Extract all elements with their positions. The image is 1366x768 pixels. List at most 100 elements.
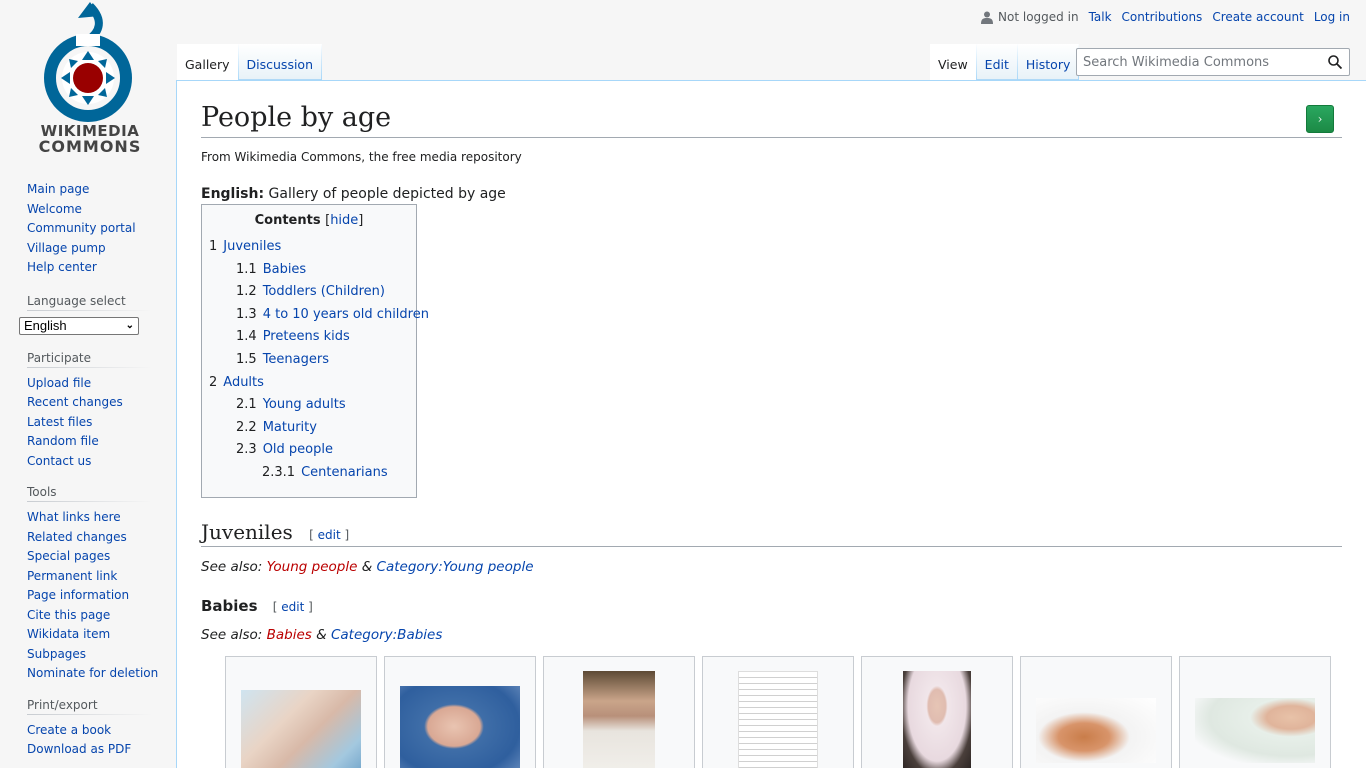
tools-heading: Tools: [27, 485, 151, 502]
see-also-category-link[interactable]: Category:Young people: [377, 559, 534, 575]
sidebar-item-contact-us[interactable]: Contact us: [27, 454, 91, 468]
toc-item-link[interactable]: Maturity: [263, 420, 317, 435]
sidebar-item-recent-changes[interactable]: Recent changes: [27, 395, 123, 409]
language-select[interactable]: English ⌄: [19, 316, 139, 335]
toc-item[interactable]: 1.4 Preteens kids: [209, 326, 409, 349]
site-logo[interactable]: WIKIMEDIA COMMONS: [20, 2, 160, 162]
sidebar-item-nominate-for-deletion[interactable]: Nominate for deletion: [27, 666, 158, 680]
sidebar-item-cite-this-page[interactable]: Cite this page: [27, 608, 110, 622]
sidebar-item-welcome[interactable]: Welcome: [27, 202, 82, 216]
gallery-thumbnail[interactable]: [1036, 697, 1156, 763]
gallery-item[interactable]: [1179, 655, 1331, 768]
sidebar-item-main-page[interactable]: Main page: [27, 182, 89, 196]
search-input[interactable]: Search Wikimedia Commons: [1076, 48, 1350, 76]
toc-item[interactable]: 1.3 4 to 10 years old children: [209, 304, 429, 327]
gallery-thumbnail[interactable]: [241, 689, 361, 768]
sidebar-item-upload-file[interactable]: Upload file: [27, 376, 91, 390]
toc-item-number: 2.1: [236, 397, 257, 413]
tab-view[interactable]: View: [930, 44, 977, 80]
toc-item[interactable]: 1 Juveniles: [209, 236, 409, 259]
chevron-right-icon: ›: [1317, 112, 1323, 126]
tab-discussion[interactable]: Discussion: [238, 44, 323, 80]
toc-item[interactable]: 2.1 Young adults: [209, 394, 409, 417]
toc-item-number: 1.5: [236, 351, 257, 367]
tab-edit[interactable]: Edit: [976, 44, 1018, 80]
gallery-thumbnail[interactable]: [903, 670, 971, 768]
toc-title-text: Contents: [254, 213, 321, 228]
talk-link[interactable]: Talk: [1089, 10, 1112, 24]
sidebar-item-random-file[interactable]: Random file: [27, 434, 99, 448]
sidebar-item-subpages[interactable]: Subpages: [27, 647, 86, 661]
toc-item-number: 1.1: [236, 261, 257, 277]
gallery-thumbnail[interactable]: [583, 670, 655, 768]
toc-item-link[interactable]: Teenagers: [263, 352, 329, 367]
toc-item-number: 2.2: [236, 419, 257, 435]
toc-item-link[interactable]: Young adults: [263, 397, 346, 412]
edit-section-link[interactable]: edit: [318, 528, 341, 542]
sidebar-item-what-links-here[interactable]: What links here: [27, 510, 121, 524]
tab-gallery[interactable]: Gallery: [177, 44, 239, 80]
gallery-thumbnail[interactable]: [1195, 697, 1315, 763]
toc-hide-link[interactable]: hide: [330, 213, 358, 228]
see-also-category-link[interactable]: Category:Babies: [331, 627, 442, 643]
section-heading-text: Babies: [201, 596, 258, 615]
gallery-item[interactable]: [543, 655, 695, 768]
toc-item-link[interactable]: Babies: [263, 262, 307, 277]
tab-history[interactable]: History: [1017, 44, 1080, 80]
toc-item[interactable]: 2.3 Old people: [209, 439, 409, 462]
go-button[interactable]: ›: [1306, 105, 1334, 133]
toc-item-link[interactable]: Old people: [263, 442, 333, 457]
page-title: People by age ›: [201, 101, 1342, 138]
edit-section: [ edit ]: [309, 527, 350, 542]
see-also-separator: &: [357, 558, 377, 575]
toc-item[interactable]: 1.5 Teenagers: [209, 349, 409, 372]
gallery-thumbnail[interactable]: [738, 670, 818, 768]
toc-item[interactable]: 2.3.1 Centenarians: [209, 462, 409, 485]
toc-item[interactable]: 1.2 Toddlers (Children): [209, 281, 409, 304]
sidebar: Main page Welcome Community portal Villa…: [0, 180, 176, 768]
create-account-link[interactable]: Create account: [1212, 10, 1304, 24]
language-description: English: Gallery of people depicted by a…: [201, 186, 1342, 202]
gallery-thumbnail[interactable]: [400, 685, 520, 768]
user-icon: [981, 11, 994, 24]
toc-item-number: 2.3: [236, 442, 257, 458]
toc-item-link[interactable]: Toddlers (Children): [263, 284, 385, 299]
gallery-item[interactable]: [702, 655, 854, 768]
search-button[interactable]: [1321, 49, 1349, 75]
sidebar-item-latest-files[interactable]: Latest files: [27, 415, 92, 429]
namespace-tabs: Gallery Discussion: [177, 44, 323, 80]
see-also-label: See also:: [201, 626, 267, 643]
toc-item-number: 1: [209, 239, 218, 254]
toc-item-link[interactable]: Juveniles: [223, 239, 281, 254]
sidebar-item-page-information[interactable]: Page information: [27, 588, 129, 602]
toc-item-link[interactable]: 4 to 10 years old children: [263, 307, 429, 322]
sidebar-item-village-pump[interactable]: Village pump: [27, 241, 106, 255]
toc-item-link[interactable]: Adults: [223, 375, 264, 390]
toc-item-link[interactable]: Preteens kids: [263, 329, 350, 344]
toc-item-link[interactable]: Centenarians: [301, 465, 388, 480]
main-content: People by age › From Wikimedia Commons, …: [176, 80, 1366, 768]
gallery-item[interactable]: [1020, 655, 1172, 768]
sidebar-item-community-portal[interactable]: Community portal: [27, 221, 136, 235]
sidebar-item-permanent-link[interactable]: Permanent link: [27, 569, 117, 583]
toc-item[interactable]: 2.2 Maturity: [209, 417, 409, 440]
sidebar-item-related-changes[interactable]: Related changes: [27, 530, 127, 544]
edit-section-link[interactable]: edit: [281, 600, 304, 614]
edit-section: [ edit ]: [272, 599, 313, 614]
sidebar-item-special-pages[interactable]: Special pages: [27, 549, 110, 563]
gallery-item[interactable]: [225, 655, 377, 768]
sidebar-item-download-as-pdf[interactable]: Download as PDF: [27, 742, 131, 756]
gallery-item[interactable]: [861, 655, 1013, 768]
sidebar-item-wikidata-item[interactable]: Wikidata item: [27, 627, 110, 641]
gallery-item[interactable]: [384, 655, 536, 768]
contributions-link[interactable]: Contributions: [1122, 10, 1203, 24]
toc-item[interactable]: 2 Adults: [209, 372, 409, 395]
see-also-link[interactable]: Young people: [267, 559, 358, 575]
sidebar-item-create-a-book[interactable]: Create a book: [27, 723, 111, 737]
toc-item[interactable]: 1.1 Babies: [209, 259, 409, 282]
log-in-link[interactable]: Log in: [1314, 10, 1350, 24]
language-select-value: English: [24, 318, 67, 333]
see-also-link[interactable]: Babies: [267, 627, 312, 643]
personal-tools: Not logged in Talk Contributions Create …: [981, 10, 1350, 24]
sidebar-item-help-center[interactable]: Help center: [27, 260, 97, 274]
